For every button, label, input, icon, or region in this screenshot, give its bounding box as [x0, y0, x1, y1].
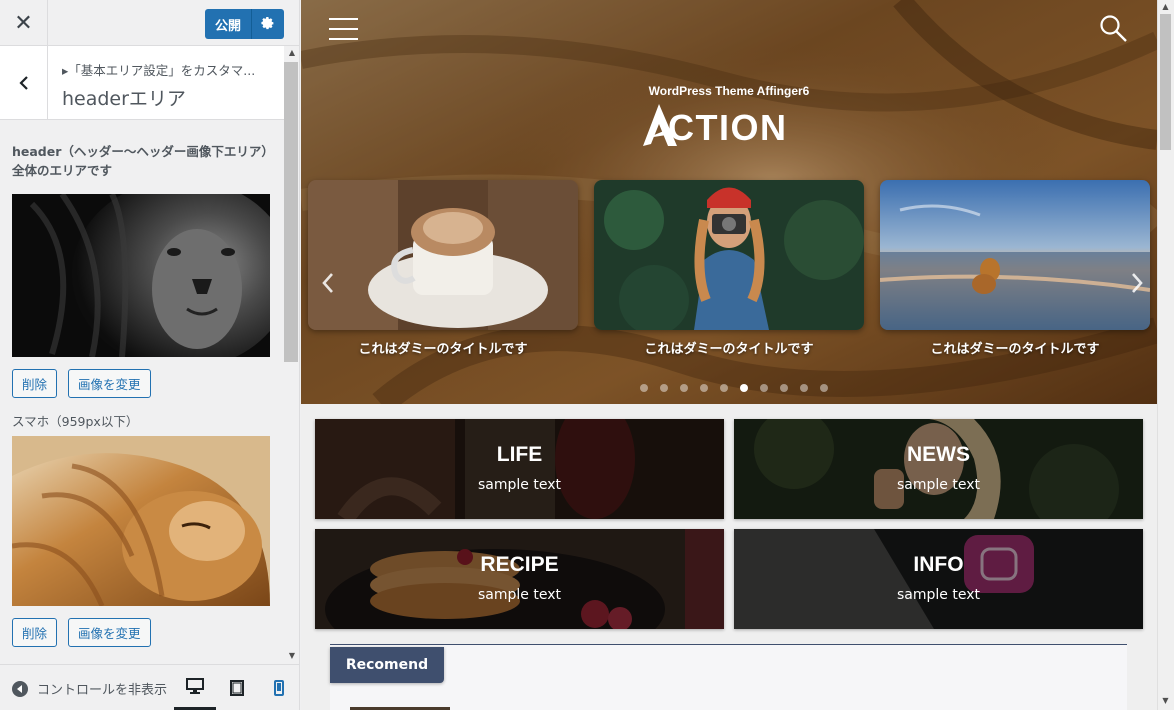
- info-image: [734, 529, 1143, 629]
- dog-beach-sunset-image: [880, 180, 1150, 330]
- section-header: ▸「基本エリア設定」をカスタマ... headerエリア: [0, 46, 284, 120]
- sidebar-scrollbar-thumb[interactable]: [284, 62, 298, 362]
- card-subtitle: sample text: [897, 477, 980, 493]
- collapse-label: コントロールを非表示: [37, 683, 168, 698]
- publish-settings-button[interactable]: [252, 9, 284, 39]
- customizer-header: ✕ 公開: [0, 0, 299, 46]
- preview-scrollbar-thumb[interactable]: [1160, 14, 1171, 150]
- slider-prev-arrow-icon[interactable]: [316, 268, 340, 298]
- slider-dot[interactable]: [800, 384, 808, 392]
- news-image: [734, 419, 1143, 519]
- slider-pagination: [640, 384, 828, 392]
- publish-button[interactable]: 公開: [204, 9, 252, 39]
- header-area: WordPress Theme Affinger6 CTION これはダミーのタ…: [301, 0, 1157, 404]
- slider-dot[interactable]: [660, 384, 668, 392]
- header-image-actions: 削除 画像を変更: [12, 369, 284, 398]
- change-header-image-button[interactable]: 画像を変更: [68, 369, 151, 398]
- customizer-footer: コントロールを非表示: [0, 664, 299, 710]
- change-smartphone-image-button[interactable]: 画像を変更: [68, 618, 151, 647]
- collapse-arrow-icon: [12, 680, 28, 697]
- gear-icon: [261, 17, 274, 30]
- slider-dot[interactable]: [680, 384, 688, 392]
- tablet-icon: [230, 680, 244, 696]
- woman-camera-image: [594, 180, 864, 330]
- category-card-life[interactable]: LIFE sample text: [315, 419, 724, 519]
- customizer-sidebar: ✕ 公開 ▸「基本エリア設定」をカスタマ... headerエリア header…: [0, 0, 300, 710]
- chevron-left-icon: [18, 76, 28, 90]
- header-image-preview[interactable]: [12, 194, 270, 357]
- slide-title[interactable]: これはダミーのタイトルです: [880, 338, 1150, 357]
- slide-card[interactable]: [308, 180, 578, 330]
- scroll-up-arrow[interactable]: ▲: [285, 48, 299, 58]
- slide-card[interactable]: [880, 180, 1150, 330]
- slide-card[interactable]: [594, 180, 864, 330]
- recommend-section: Recomend: [330, 644, 1127, 710]
- coffee-cup-image: [308, 180, 578, 330]
- device-tablet-button[interactable]: [216, 665, 258, 710]
- control-description: header（ヘッダー〜ヘッダー画像下エリア）全体のエリアです: [12, 144, 268, 178]
- logo-text: CTION: [668, 107, 788, 148]
- slider-dot[interactable]: [740, 384, 748, 392]
- slider-dot[interactable]: [760, 384, 768, 392]
- slider-dot[interactable]: [720, 384, 728, 392]
- smartphone-image-label: スマホ（959px以下）: [12, 414, 139, 429]
- slider-dot[interactable]: [780, 384, 788, 392]
- smartphone-image-actions: 削除 画像を変更: [12, 618, 284, 647]
- preview-scroll-down-arrow[interactable]: ▼: [1160, 696, 1171, 705]
- slide-title[interactable]: これはダミーのタイトルです: [594, 338, 864, 357]
- mobile-icon: [274, 680, 284, 696]
- card-subtitle: sample text: [478, 587, 561, 603]
- card-title: INFO: [913, 553, 964, 576]
- search-icon[interactable]: [1099, 14, 1129, 44]
- category-card-info[interactable]: INFO sample text: [734, 529, 1143, 629]
- scroll-down-arrow[interactable]: ▼: [285, 651, 299, 661]
- life-image: [315, 419, 724, 519]
- hamburger-menu-icon[interactable]: [329, 16, 359, 42]
- back-button[interactable]: [0, 46, 48, 120]
- site-logo[interactable]: CTION: [641, 102, 821, 150]
- bw-lion-image: [12, 194, 270, 357]
- preview-scroll-up-arrow[interactable]: ▲: [1160, 2, 1171, 11]
- category-card-news[interactable]: NEWS sample text: [734, 419, 1143, 519]
- card-title: RECIPE: [480, 553, 559, 576]
- slider-dot[interactable]: [640, 384, 648, 392]
- close-customizer-button[interactable]: ✕: [0, 0, 48, 46]
- slider-next-arrow-icon[interactable]: [1125, 268, 1149, 298]
- breadcrumb: ▸「基本エリア設定」をカスタマ...: [62, 63, 256, 78]
- card-title: LIFE: [496, 443, 543, 466]
- site-subtitle: WordPress Theme Affinger6: [648, 84, 810, 98]
- slider-dot[interactable]: [700, 384, 708, 392]
- site-preview: WordPress Theme Affinger6 CTION これはダミーのタ…: [301, 0, 1157, 710]
- collapse-controls-button[interactable]: コントロールを非表示: [12, 679, 167, 698]
- controls-panel: ▸「基本エリア設定」をカスタマ... headerエリア header（ヘッダー…: [0, 46, 284, 664]
- remove-smartphone-image-button[interactable]: 削除: [12, 618, 58, 647]
- card-subtitle: sample text: [478, 477, 561, 493]
- section-title: headerエリア: [62, 88, 186, 110]
- publish-controls: 公開: [204, 9, 284, 39]
- device-desktop-button[interactable]: [174, 665, 216, 710]
- device-mobile-button[interactable]: [258, 665, 299, 710]
- remove-header-image-button[interactable]: 削除: [12, 369, 58, 398]
- recommend-tab[interactable]: Recomend: [330, 647, 444, 683]
- smartphone-image-preview[interactable]: [12, 436, 270, 606]
- card-title: NEWS: [907, 443, 970, 466]
- desktop-icon: [186, 678, 204, 694]
- lion-color-image: [12, 436, 270, 606]
- card-subtitle: sample text: [897, 587, 980, 603]
- slider-dot[interactable]: [820, 384, 828, 392]
- category-card-recipe[interactable]: RECIPE sample text: [315, 529, 724, 629]
- recipe-image: [315, 529, 724, 629]
- slide-title[interactable]: これはダミーのタイトルです: [308, 338, 578, 357]
